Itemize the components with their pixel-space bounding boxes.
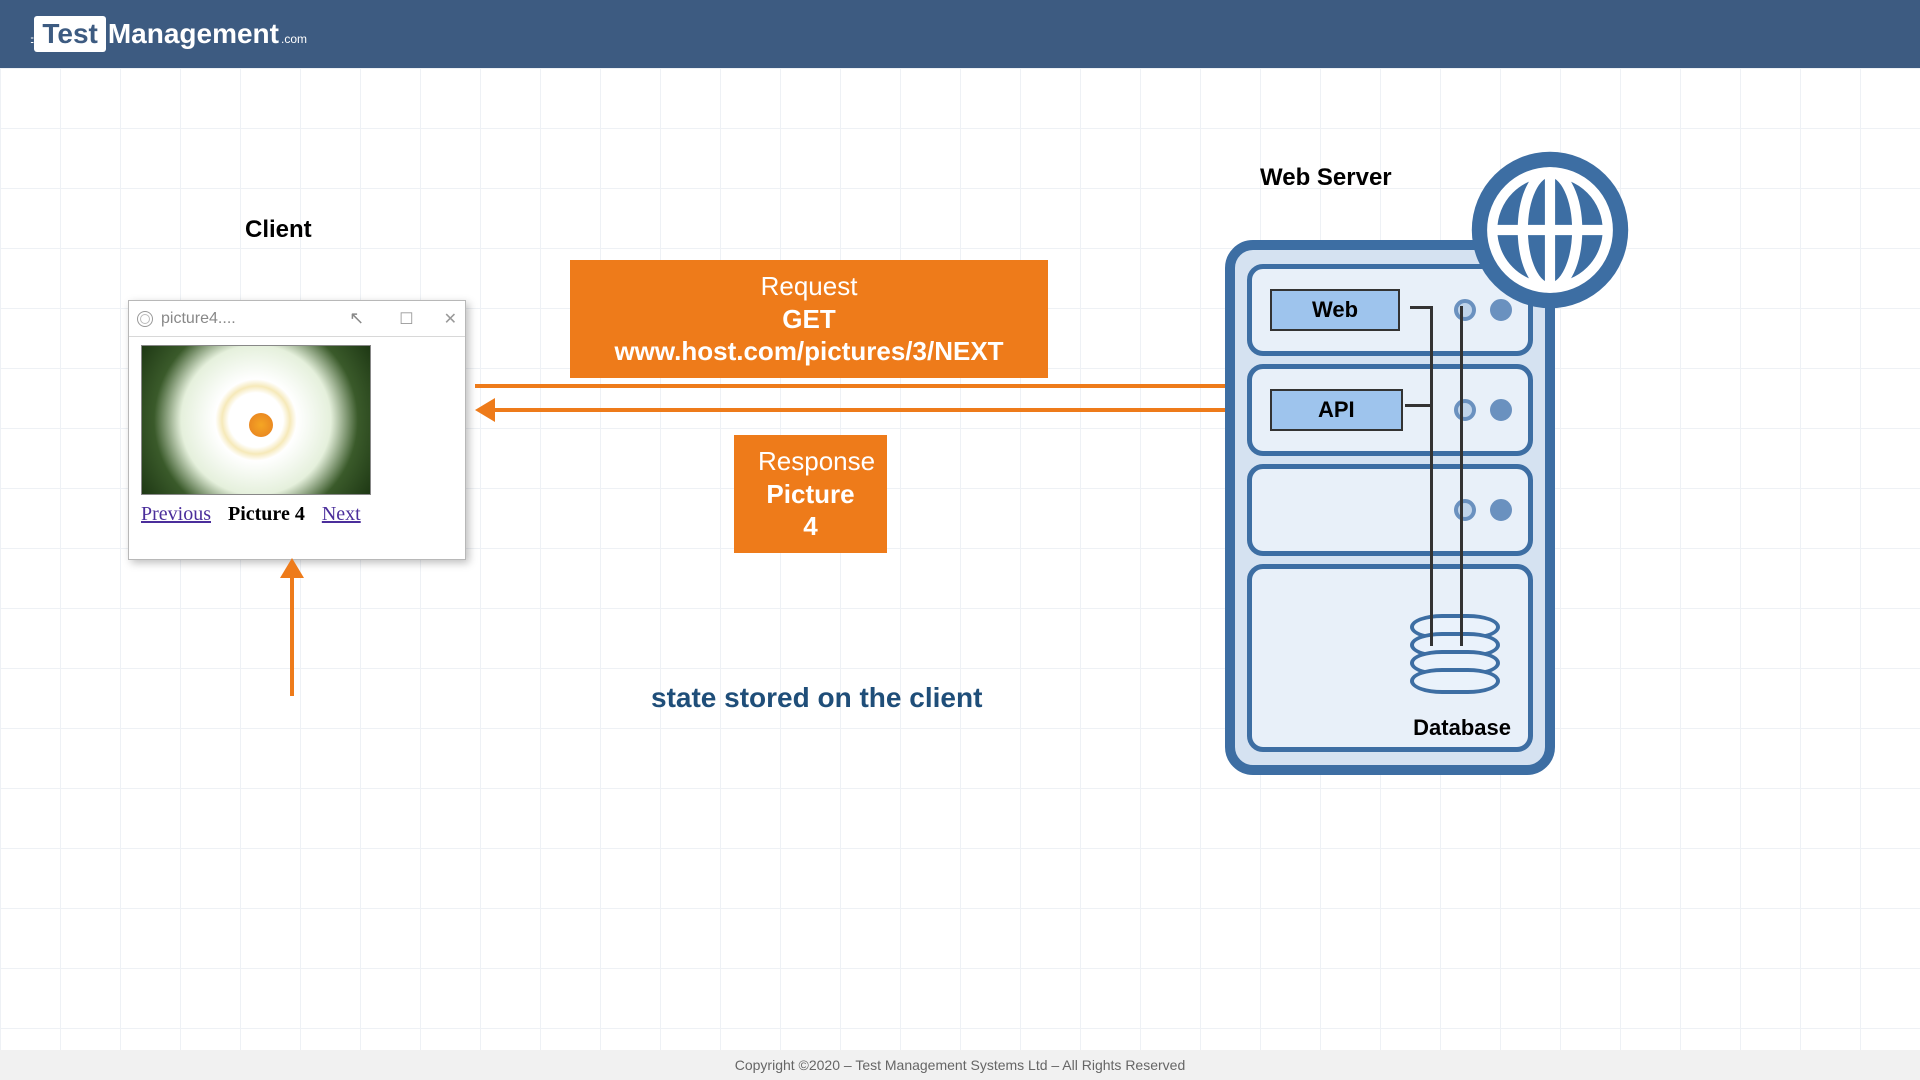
nav-row: Previous Picture 4 Next bbox=[141, 503, 453, 526]
footer: Copyright ©2020 – Test Management System… bbox=[0, 1050, 1920, 1080]
client-state-arrow-head-icon bbox=[280, 558, 304, 578]
logo-mgmt: Management bbox=[108, 18, 279, 50]
wire-line bbox=[1410, 306, 1433, 309]
copyright: Copyright ©2020 – Test Management System… bbox=[735, 1057, 1186, 1073]
client-label: Client bbox=[245, 216, 312, 244]
led-icon bbox=[1490, 499, 1512, 521]
response-arrow-line bbox=[495, 408, 1255, 412]
minimize-icon[interactable]: ☐ bbox=[399, 309, 413, 329]
response-title: Response bbox=[758, 445, 863, 478]
rack-unit-3 bbox=[1247, 464, 1533, 556]
rack-frame: Web API bbox=[1225, 240, 1555, 775]
response-arrow-head-icon bbox=[475, 398, 495, 422]
web-unit-label: Web bbox=[1270, 289, 1400, 331]
logo-test: Test bbox=[34, 16, 106, 52]
next-link[interactable]: Next bbox=[322, 503, 361, 525]
logo-dots-icon: ::: bbox=[30, 35, 32, 46]
led-icon bbox=[1454, 499, 1476, 521]
globe-tab-icon bbox=[137, 311, 153, 327]
request-line: GET www.host.com/pictures/3/NEXT bbox=[594, 303, 1024, 368]
api-unit-label: API bbox=[1270, 389, 1403, 431]
window-controls: ☐ ✕ bbox=[399, 309, 457, 329]
led-icon bbox=[1490, 399, 1512, 421]
close-icon[interactable]: ✕ bbox=[444, 309, 457, 329]
wire-line bbox=[1430, 306, 1433, 646]
globe-icon bbox=[1465, 145, 1635, 315]
client-state-arrow-line bbox=[290, 576, 294, 696]
previous-link[interactable]: Previous bbox=[141, 503, 211, 525]
led-icon bbox=[1454, 399, 1476, 421]
response-box: Response Picture 4 bbox=[734, 435, 887, 553]
tab-title: picture4.... bbox=[161, 310, 349, 328]
request-title: Request bbox=[594, 270, 1024, 303]
browser-window: picture4.... ↖ ☐ ✕ Previous Picture 4 Ne… bbox=[128, 300, 466, 560]
wire-line bbox=[1460, 306, 1463, 646]
database-icon bbox=[1410, 622, 1500, 717]
current-picture-label: Picture 4 bbox=[228, 503, 305, 525]
response-line: Picture 4 bbox=[758, 478, 863, 543]
picture-image bbox=[141, 345, 371, 495]
request-arrow-line bbox=[475, 384, 1235, 388]
rack-unit-api: API bbox=[1247, 364, 1533, 456]
database-label: Database bbox=[1413, 715, 1511, 741]
wire-line bbox=[1405, 404, 1433, 407]
server-rack: Web API Database bbox=[1225, 240, 1555, 775]
browser-titlebar: picture4.... ↖ ☐ ✕ bbox=[129, 301, 465, 337]
state-caption: state stored on the client bbox=[651, 682, 982, 714]
server-label: Web Server bbox=[1260, 164, 1392, 192]
browser-body: Previous Picture 4 Next bbox=[129, 337, 465, 534]
cursor-icon: ↖ bbox=[349, 308, 364, 329]
logo-suffix: .com bbox=[281, 32, 307, 46]
header-bar: ::: Test Management .com bbox=[0, 0, 1920, 68]
logo: ::: Test Management .com bbox=[30, 16, 307, 52]
request-box: Request GET www.host.com/pictures/3/NEXT bbox=[570, 260, 1048, 378]
